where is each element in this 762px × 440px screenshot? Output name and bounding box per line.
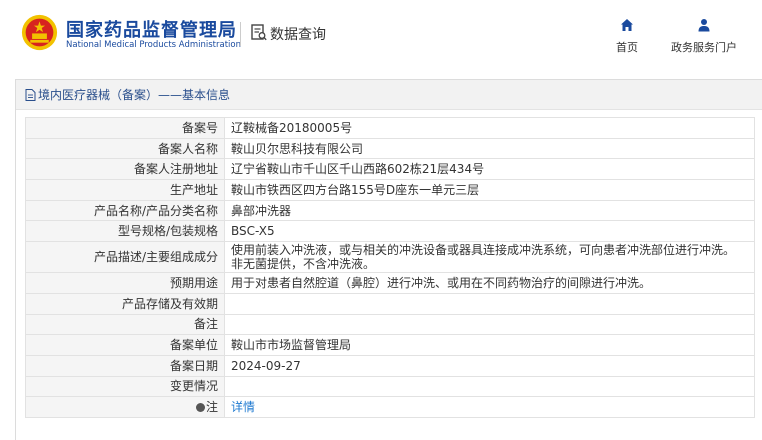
header-divider	[240, 22, 241, 46]
field-value: 辽鞍械备20180005号	[224, 117, 755, 139]
field-value: 鞍山贝尔思科技有限公司	[224, 137, 755, 160]
field-value: 2024-09-27	[224, 354, 755, 377]
field-label: 预期用途	[25, 272, 225, 294]
field-label: 变更情况	[25, 375, 225, 398]
org-name-en: National Medical Products Administration	[66, 40, 241, 50]
table-row: 注 详情	[25, 396, 755, 418]
field-value: 用于对患者自然腔道（鼻腔）进行冲洗、或用在不同药物治疗的间隙进行冲洗。	[224, 272, 755, 294]
field-value	[224, 313, 755, 336]
field-value: 详情	[224, 396, 755, 418]
field-label: 产品存储及有效期	[25, 292, 225, 315]
field-value	[224, 292, 755, 315]
field-value	[224, 375, 755, 398]
basic-info-table: 备案号 辽鞍械备20180005号 备案人名称 鞍山贝尔思科技有限公司 备案人注…	[25, 117, 755, 418]
table-row: 预期用途 用于对患者自然腔道（鼻腔）进行冲洗、或用在不同药物治疗的间隙进行冲洗。	[25, 272, 755, 294]
user-icon	[698, 19, 710, 32]
table-row: 产品存储及有效期	[25, 292, 755, 315]
table-row: 变更情况	[25, 375, 755, 398]
field-label: 型号规格/包装规格	[25, 220, 225, 243]
page-section-title: 数据查询	[270, 27, 326, 43]
table-row: 备案日期 2024-09-27	[25, 354, 755, 377]
national-emblem-icon	[21, 14, 58, 51]
table-row: 产品名称/产品分类名称 鼻部冲洗器	[25, 199, 755, 222]
site-header: 国家药品监督管理局 National Medical Products Admi…	[0, 0, 762, 70]
field-value: 鞍山市铁西区四方台路155号D座东一单元三层	[224, 179, 755, 201]
table-row: 备案人名称 鞍山贝尔思科技有限公司	[25, 137, 755, 160]
field-value-multiline: 使用前装入冲洗液，或与相关的冲洗设备或器具连接成冲洗系统，可向患者冲洗部位进行冲…	[224, 241, 755, 274]
field-value: 辽宁省鞍山市千山区千山西路602栋21层434号	[224, 158, 755, 181]
note-label: 注	[205, 400, 218, 415]
field-label: 备注	[25, 313, 225, 336]
breadcrumb: 境内医疗器械（备案）——基本信息	[16, 80, 762, 110]
field-label-note: 注	[25, 396, 225, 418]
field-value-line: 非无菌提供，不含冲洗液。	[231, 257, 376, 272]
field-value: 鼻部冲洗器	[224, 199, 755, 222]
note-icon	[195, 403, 205, 413]
nav-home-label: 首页	[616, 41, 638, 54]
org-name-cn: 国家药品监督管理局	[66, 20, 237, 41]
document-icon	[25, 88, 36, 101]
breadcrumb-text: 境内医疗器械（备案）——基本信息	[38, 88, 231, 102]
info-panel: 境内医疗器械（备案）——基本信息 备案号 辽鞍械备20180005号 备案人名称…	[15, 79, 762, 440]
table-row: 型号规格/包装规格 BSC-X5	[25, 220, 755, 243]
details-link[interactable]: 详情	[231, 400, 255, 414]
table-row: 备注	[25, 313, 755, 336]
table-row: 生产地址 鞍山市铁西区四方台路155号D座东一单元三层	[25, 179, 755, 201]
nav-gov-portal[interactable]: 政务服务门户	[664, 18, 744, 55]
search-doc-icon	[251, 24, 267, 41]
table-row: 备案号 辽鞍械备20180005号	[25, 117, 755, 139]
nav-gov-portal-label: 政务服务门户	[671, 41, 737, 54]
table-row: 备案人注册地址 辽宁省鞍山市千山区千山西路602栋21层434号	[25, 158, 755, 181]
field-value: BSC-X5	[224, 220, 755, 243]
field-label: 备案人名称	[25, 137, 225, 160]
home-icon	[621, 19, 633, 31]
table-row: 备案单位 鞍山市市场监督管理局	[25, 334, 755, 356]
field-label: 备案人注册地址	[25, 158, 225, 181]
field-value-line: 使用前装入冲洗液，或与相关的冲洗设备或器具连接成冲洗系统，可向患者冲洗部位进行冲…	[231, 243, 736, 258]
field-label: 产品名称/产品分类名称	[25, 199, 225, 222]
table-row: 产品描述/主要组成成分 使用前装入冲洗液，或与相关的冲洗设备或器具连接成冲洗系统…	[25, 241, 755, 274]
nav-home[interactable]: 首页	[611, 18, 643, 55]
field-value: 鞍山市市场监督管理局	[224, 334, 755, 356]
field-label: 备案日期	[25, 354, 225, 377]
field-label: 备案单位	[25, 334, 225, 356]
field-label: 生产地址	[25, 179, 225, 201]
field-label: 产品描述/主要组成成分	[25, 241, 225, 274]
field-label: 备案号	[25, 117, 225, 139]
